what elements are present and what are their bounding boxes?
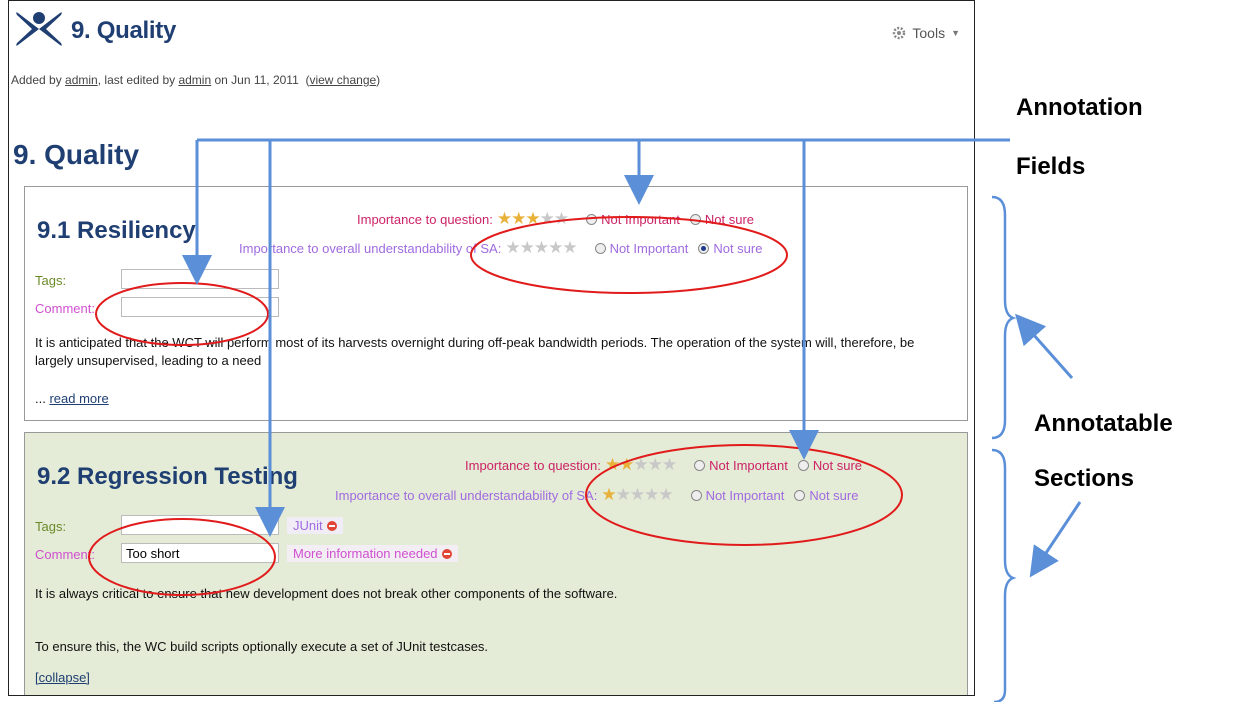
annotation-fields-label-1: Annotation xyxy=(1016,94,1143,121)
highlight-ellipse xyxy=(470,216,788,294)
connector-arrow xyxy=(1029,501,1082,578)
annotatable-sections-label-1: Annotatable xyxy=(1034,410,1173,437)
brace-bracket xyxy=(991,448,1017,702)
highlight-ellipse xyxy=(585,444,903,546)
connector-arrow xyxy=(1015,313,1074,379)
highlight-ellipse xyxy=(95,282,269,346)
annotatable-sections-label-2: Sections xyxy=(1034,465,1135,492)
highlight-ellipse xyxy=(88,518,276,596)
annotation-fields-label-2: Fields xyxy=(1016,153,1086,180)
brace-bracket xyxy=(991,195,1017,440)
